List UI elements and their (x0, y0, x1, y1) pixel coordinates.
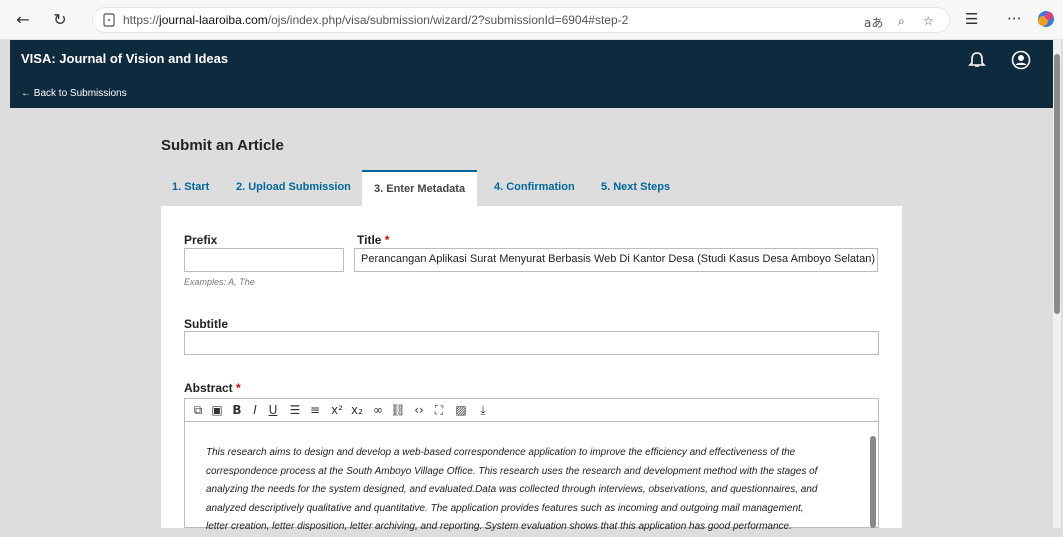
fullscreen-icon[interactable]: ⛶ (431, 403, 447, 418)
paste-icon[interactable]: ▣ (209, 403, 225, 417)
abstract-text[interactable]: This research aims to design and develop… (206, 444, 856, 537)
app-header: VISA: Journal of Vision and Ideas ← Back… (10, 40, 1057, 108)
required-marker: * (236, 381, 241, 395)
abstract-label: Abstract * (184, 381, 241, 395)
required-marker: * (384, 233, 390, 247)
page-info-icon[interactable] (103, 13, 115, 27)
prefix-input[interactable] (184, 248, 344, 272)
url-domain: journal-laaroiba.com (159, 13, 268, 27)
page-title: Submit an Article (161, 137, 284, 154)
read-aloud-icon[interactable]: aあ (864, 14, 883, 31)
abstract-editor[interactable]: This research aims to design and develop… (184, 422, 879, 532)
tab-upload-submission[interactable]: 2. Upload Submission (236, 181, 351, 193)
italic-icon[interactable]: I (247, 403, 263, 417)
abstract-line: This research aims to design and develop… (206, 447, 796, 458)
tab-enter-metadata[interactable]: 3. Enter Metadata (362, 170, 478, 206)
back-to-submissions-link[interactable]: ← Back to Submissions (21, 88, 127, 99)
back-arrow-icon[interactable]: ← (12, 9, 34, 31)
abstract-line: analyzed descriptively qualitative and q… (206, 502, 804, 514)
link-icon[interactable]: ∞ (370, 403, 386, 417)
numbered-list-icon[interactable]: ≡ (307, 403, 323, 417)
favorite-star-icon[interactable]: ☆ (923, 14, 934, 28)
refresh-icon[interactable]: ↻ (49, 9, 71, 31)
upload-icon[interactable]: ⤓ (475, 403, 491, 418)
address-bar[interactable]: https://journal-laaroiba.com/ojs/index.p… (92, 7, 950, 33)
user-profile-icon[interactable] (1011, 50, 1031, 70)
subtitle-label: Subtitle (184, 317, 228, 331)
url-scheme: https:// (123, 13, 160, 27)
prefix-label: Prefix (184, 233, 218, 247)
page-scrollbar[interactable] (1053, 40, 1061, 528)
copilot-icon[interactable] (1037, 10, 1055, 28)
underline-icon[interactable]: U (265, 403, 281, 417)
tab-next-steps[interactable]: 5. Next Steps (601, 181, 670, 193)
zoom-icon[interactable]: ⌕ (898, 14, 905, 29)
abstract-line: letter creation, letter disposition, let… (206, 521, 792, 532)
abstract-line: analyzing the needs for the system desig… (206, 484, 818, 495)
subscript-icon[interactable]: x₂ (349, 403, 365, 417)
title-label: Title * (357, 233, 389, 247)
tab-start[interactable]: 1. Start (172, 181, 209, 193)
abstract-line: correspondence process at the South Ambo… (206, 465, 818, 477)
bell-icon[interactable] (967, 50, 987, 70)
subtitle-input[interactable] (184, 331, 879, 355)
bullet-list-icon[interactable]: ☰ (287, 403, 303, 417)
editor-scrollbar[interactable] (870, 436, 876, 528)
title-label-text: Title (357, 233, 382, 247)
tab-confirmation[interactable]: 4. Confirmation (494, 181, 575, 193)
copy-icon[interactable]: ⧉ (190, 403, 206, 418)
prefix-hint: Examples: A, The (184, 277, 255, 287)
abstract-editor-toolbar: ⧉ ▣ B I U ☰ ≡ x² x₂ ∞ ⛓ ‹› ⛶ ▨ ⤓ (184, 398, 879, 422)
abstract-label-text: Abstract (184, 381, 233, 395)
code-icon[interactable]: ‹› (411, 403, 427, 417)
url-text[interactable]: https://journal-laaroiba.com/ojs/index.p… (123, 13, 628, 27)
favorites-icon[interactable]: ☰ (965, 10, 978, 28)
image-icon[interactable]: ▨ (453, 403, 469, 417)
bold-icon[interactable]: B (229, 403, 245, 417)
site-title[interactable]: VISA: Journal of Vision and Ideas (21, 51, 228, 66)
page-scrollbar-thumb[interactable] (1054, 54, 1060, 314)
superscript-icon[interactable]: x² (329, 403, 345, 417)
title-input[interactable]: Perancangan Aplikasi Surat Menyurat Berb… (354, 248, 878, 272)
unlink-icon[interactable]: ⛓ (390, 403, 406, 417)
more-menu-icon[interactable]: ··· (1007, 10, 1021, 28)
browser-toolbar: ← ↻ https://journal-laaroiba.com/ojs/ind… (0, 0, 1063, 40)
url-path: /ojs/index.php/visa/submission/wizard/2?… (267, 13, 629, 27)
